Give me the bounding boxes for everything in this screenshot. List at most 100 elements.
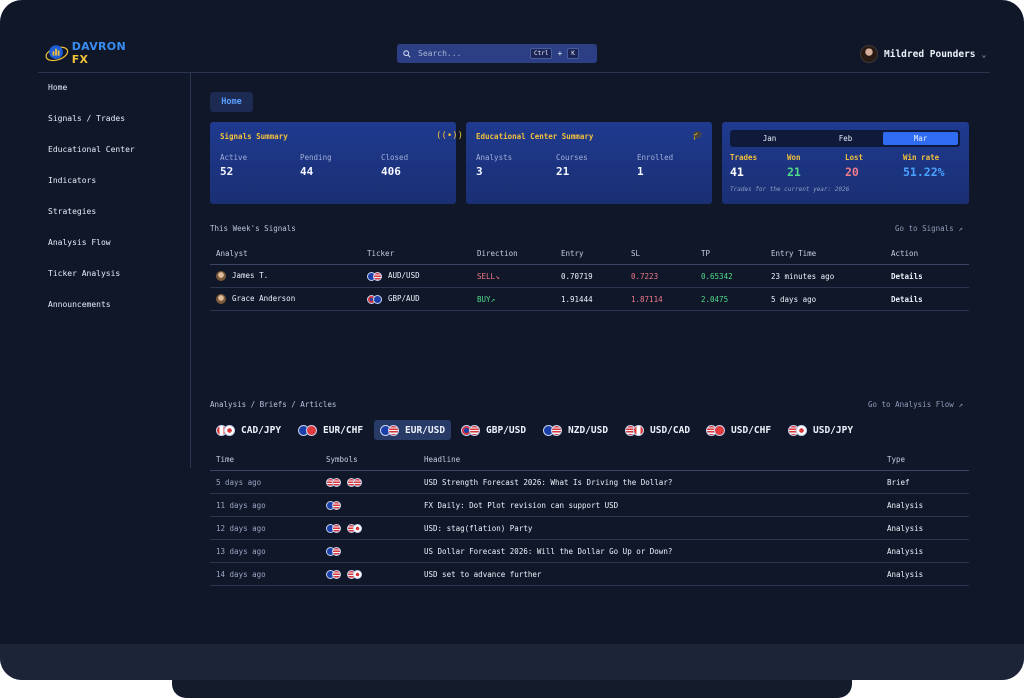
search-bar[interactable]: Ctrl + K xyxy=(397,44,597,63)
time-cell: 11 days ago xyxy=(210,493,320,517)
entry-cell: 1.91444 xyxy=(555,287,625,311)
table-header-row: Analyst Ticker Direction Entry SL TP Ent… xyxy=(210,242,969,265)
stat-label-lost: Lost xyxy=(845,153,864,162)
analysis-table: Time Symbols Headline Type 5 days ago US… xyxy=(210,448,969,586)
brand-logo[interactable]: DAVRON FX xyxy=(44,38,136,68)
col-entry-time: Entry Time xyxy=(765,242,885,265)
ticker-cell: AUD/USD xyxy=(361,264,471,288)
brand-name: DAVRON FX xyxy=(71,40,126,66)
col-tp: TP xyxy=(695,242,765,265)
sidebar-item-analysis-flow[interactable]: Analysis Flow xyxy=(48,238,111,247)
details-button[interactable]: Details xyxy=(885,264,969,288)
sidebar-item-home[interactable]: Home xyxy=(48,83,67,92)
col-sl: SL xyxy=(625,242,695,265)
headline-cell[interactable]: USD set to advance further xyxy=(418,562,881,586)
weekly-signals-table: Analyst Ticker Direction Entry SL TP Ent… xyxy=(210,242,969,311)
trend-down-icon: ↘ xyxy=(495,271,500,281)
sidebar-item-strategies[interactable]: Strategies xyxy=(48,207,96,216)
chip-eur-chf[interactable]: EUR/CHF xyxy=(292,420,369,440)
month-selector: Jan Feb Mar xyxy=(730,130,960,147)
device-bezel xyxy=(0,644,1024,680)
shortcut-key-k: K xyxy=(567,48,579,59)
stat-label-trades: Trades xyxy=(730,153,758,162)
col-direction: Direction xyxy=(471,242,555,265)
avatar xyxy=(216,271,226,281)
table-row[interactable]: 11 days ago FX Daily: Dot Plot revision … xyxy=(210,493,969,517)
symbols-cell xyxy=(320,516,418,540)
table-row[interactable]: 5 days ago USD Strength Forecast 2026: W… xyxy=(210,470,969,494)
month-tab-mar[interactable]: Mar xyxy=(883,132,958,145)
flag-pair-icon xyxy=(461,424,480,436)
col-entry: Entry xyxy=(555,242,625,265)
device-stand xyxy=(172,680,852,698)
chip-usd-jpy[interactable]: USD/JPY xyxy=(782,420,859,440)
stat-value-courses: 21 xyxy=(556,165,570,178)
time-cell: 14 days ago xyxy=(210,562,320,586)
col-headline: Headline xyxy=(418,448,881,471)
flag-pair-icon xyxy=(216,424,235,436)
stat-value-pending: 44 xyxy=(300,165,314,178)
stat-value-win-rate: 51.22% xyxy=(903,165,945,179)
month-tab-feb[interactable]: Feb xyxy=(808,132,883,145)
breadcrumb[interactable]: Home xyxy=(210,92,253,112)
stat-value-lost: 20 xyxy=(845,165,859,179)
flag-pair-icon xyxy=(788,424,807,436)
entry-time-cell: 5 days ago xyxy=(765,287,885,311)
table-row[interactable]: 13 days ago US Dollar Forecast 2026: Wil… xyxy=(210,539,969,563)
flag-pair-icon xyxy=(543,424,562,436)
chip-cad-jpy[interactable]: CAD/JPY xyxy=(210,420,287,440)
flag-pair-icon xyxy=(326,523,341,533)
stat-label-closed: Closed xyxy=(381,153,409,162)
user-menu[interactable]: Mildred Pounders ⌄ xyxy=(860,45,986,63)
headline-cell[interactable]: US Dollar Forecast 2026: Will the Dollar… xyxy=(418,539,881,563)
flag-pair-icon xyxy=(347,523,362,533)
avatar xyxy=(216,294,226,304)
stat-label-active: Active xyxy=(220,153,248,162)
graduation-cap-icon: 🎓 xyxy=(692,131,704,141)
sidebar-divider xyxy=(190,73,191,468)
col-ticker: Ticker xyxy=(361,242,471,265)
month-tab-jan[interactable]: Jan xyxy=(732,132,807,145)
headline-cell[interactable]: USD Strength Forecast 2026: What Is Driv… xyxy=(418,470,881,494)
top-bar: DAVRON FX Ctrl + K Mildred Pounders ⌄ xyxy=(0,0,1024,72)
chip-gbp-usd[interactable]: GBP/USD xyxy=(455,420,532,440)
chip-eur-usd[interactable]: EUR/USD xyxy=(374,420,452,440)
stat-value-closed: 406 xyxy=(381,165,401,178)
device-frame: DAVRON FX Ctrl + K Mildred Pounders ⌄ Ho… xyxy=(0,0,1024,680)
table-row[interactable]: 14 days ago USD set to advance further A… xyxy=(210,562,969,586)
headline-cell[interactable]: FX Daily: Dot Plot revision can support … xyxy=(418,493,881,517)
search-input[interactable] xyxy=(416,48,530,59)
globe-logo-icon xyxy=(45,45,69,62)
shortcut-key-ctrl: Ctrl xyxy=(530,48,553,59)
arrow-up-right-icon: ↗ xyxy=(958,224,963,233)
monthly-stats-card: Jan Feb Mar Trades 41 Won 21 Lost 20 Win… xyxy=(722,122,969,204)
analyst-cell: James T. xyxy=(210,264,361,288)
flag-pair-icon xyxy=(347,477,362,487)
sidebar-item-educational-center[interactable]: Educational Center xyxy=(48,145,135,154)
sidebar-item-signals[interactable]: Signals / Trades xyxy=(48,114,125,123)
flag-pair-icon xyxy=(326,546,341,556)
sidebar-item-ticker-analysis[interactable]: Ticker Analysis xyxy=(48,269,120,278)
sidebar-item-announcements[interactable]: Announcements xyxy=(48,300,111,309)
flag-pair-icon xyxy=(625,424,644,436)
flag-pair-icon xyxy=(326,500,341,510)
stat-label-enrolled: Enrolled xyxy=(637,153,674,162)
go-to-signals-link[interactable]: Go to Signals ↗ xyxy=(895,224,963,233)
sidebar-item-indicators[interactable]: Indicators xyxy=(48,176,96,185)
chip-usd-cad[interactable]: USD/CAD xyxy=(619,420,696,440)
symbols-cell xyxy=(320,539,418,563)
col-type: Type xyxy=(881,448,969,471)
chip-usd-chf[interactable]: USD/CHF xyxy=(700,420,777,440)
tp-cell: 2.0475 xyxy=(695,287,765,311)
flag-pair-icon xyxy=(706,424,725,436)
headline-cell[interactable]: USD: stag(flation) Party xyxy=(418,516,881,540)
stat-value-trades: 41 xyxy=(730,165,744,179)
go-to-analysis-flow-link[interactable]: Go to Analysis Flow ↗ xyxy=(868,400,963,409)
details-button[interactable]: Details xyxy=(885,287,969,311)
educational-summary-title: Educational Center Summary xyxy=(476,132,594,141)
sidebar: Home Signals / Trades Educational Center… xyxy=(38,73,190,468)
ticker-cell: GBP/AUD xyxy=(361,287,471,311)
chip-nzd-usd[interactable]: NZD/USD xyxy=(537,420,614,440)
table-row: Grace Anderson GBP/AUD BUY↗ 1.91444 1.87… xyxy=(210,287,969,311)
table-row[interactable]: 12 days ago USD: stag(flation) Party Ana… xyxy=(210,516,969,540)
